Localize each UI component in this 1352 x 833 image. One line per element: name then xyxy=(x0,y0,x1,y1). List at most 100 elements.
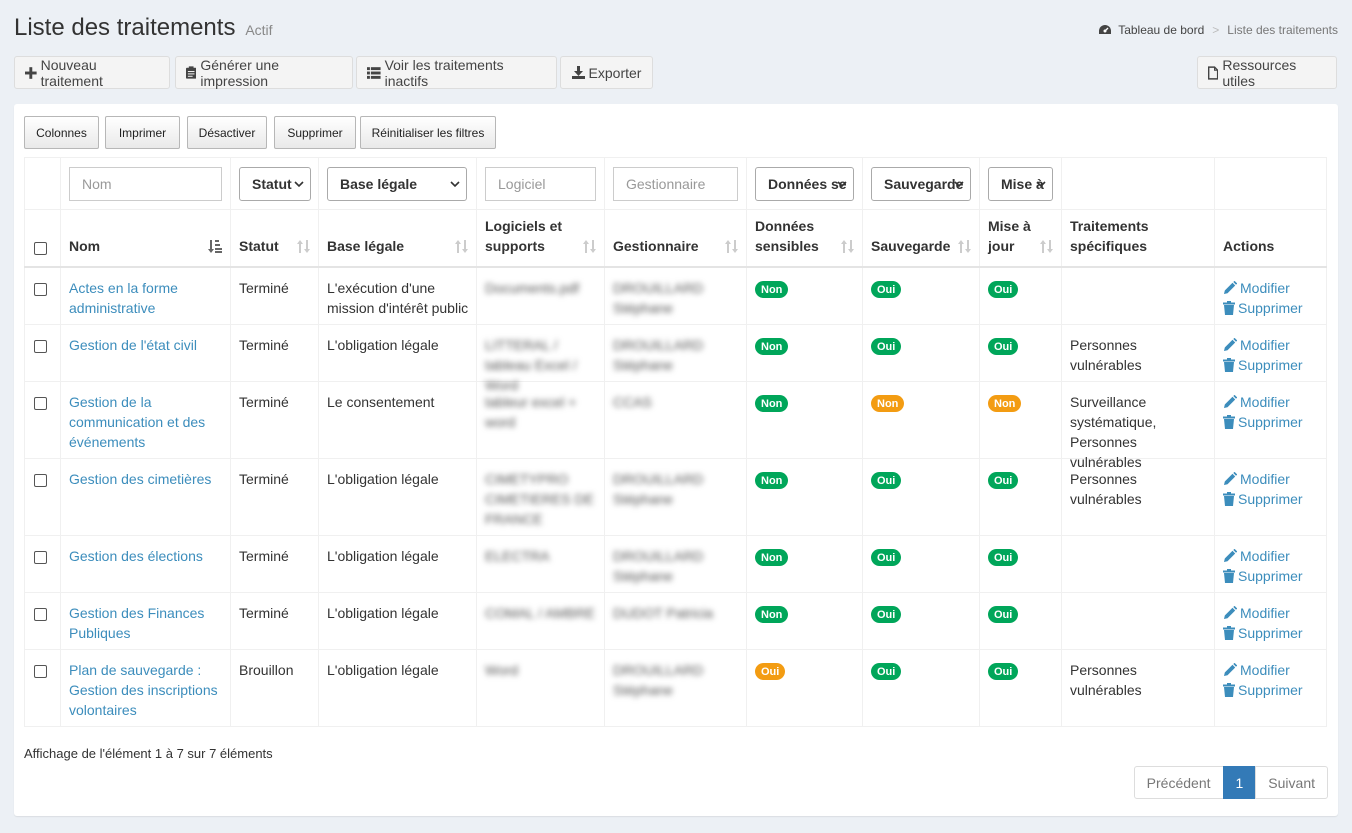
page-header: Liste des traitements Actif Tableau de b… xyxy=(14,14,1338,44)
cell-logiciels: tableur excel + word xyxy=(477,382,605,458)
treatment-name-link[interactable]: Gestion des cimetières xyxy=(69,469,224,489)
reset-filters-button[interactable]: Réinitialiser les filtres xyxy=(360,116,496,149)
list-icon xyxy=(367,66,381,79)
cell-base: L'obligation légale xyxy=(319,536,477,592)
filter-cell-actions xyxy=(1215,158,1327,209)
select-all-checkbox[interactable] xyxy=(34,242,47,255)
edit-link[interactable]: Modifier xyxy=(1223,335,1290,355)
delete-link[interactable]: Supprimer xyxy=(1223,566,1303,586)
statut-filter-select[interactable]: Statut xyxy=(239,167,311,201)
next-page-button[interactable]: Suivant xyxy=(1255,766,1328,799)
header-gestionnaire[interactable]: Gestionnaire xyxy=(605,210,747,266)
treatment-name-link[interactable]: Plan de sauvegarde : Gestion des inscrip… xyxy=(69,660,224,720)
breadcrumb: Tableau de bord > Liste des traitements xyxy=(1098,23,1338,37)
row-checkbox[interactable] xyxy=(34,608,47,621)
breadcrumb-separator: > xyxy=(1212,23,1220,37)
edit-label: Modifier xyxy=(1240,548,1290,564)
header-donnees[interactable]: Données sensibles xyxy=(747,210,863,266)
header-sauvegarde[interactable]: Sauvegarde xyxy=(863,210,980,266)
delete-label: Supprimer xyxy=(1238,682,1303,698)
header-logiciels[interactable]: Logiciels et supports xyxy=(477,210,605,266)
delete-link[interactable]: Supprimer xyxy=(1223,623,1303,643)
chevron-down-icon xyxy=(1036,181,1046,188)
deactivate-button[interactable]: Désactiver xyxy=(187,116,267,149)
traitements-value: Personnes vulnérables xyxy=(1070,337,1142,373)
trash-icon xyxy=(1223,415,1235,429)
statut-value: Terminé xyxy=(239,471,289,487)
useful-resources-button[interactable]: Ressources utiles xyxy=(1197,56,1337,89)
cell-nom: Gestion de la communication et des événe… xyxy=(61,382,231,458)
cell-select xyxy=(24,459,61,535)
treatment-name-link[interactable]: Actes en la forme administrative xyxy=(69,278,224,318)
cell-sauvegarde: Non xyxy=(863,382,980,458)
header-statut-label: Statut xyxy=(239,238,279,254)
inactive-treatments-button[interactable]: Voir les traitements inactifs xyxy=(356,56,557,89)
row-checkbox[interactable] xyxy=(34,340,47,353)
statut-value: Terminé xyxy=(239,280,289,296)
header-mise[interactable]: Mise à jour xyxy=(980,210,1062,266)
delete-link[interactable]: Supprimer xyxy=(1223,298,1303,318)
edit-label: Modifier xyxy=(1240,280,1290,296)
cell-mise: Oui xyxy=(980,268,1062,324)
dashboard-icon xyxy=(1099,25,1112,34)
logiciel-filter-input[interactable]: Logiciel xyxy=(485,167,596,201)
cell-gestionnaire: CCAS xyxy=(605,382,747,458)
cell-gestionnaire: DROUILLARD Stéphane xyxy=(605,325,747,381)
previous-page-button[interactable]: Précédent xyxy=(1133,766,1224,799)
nom-filter-input[interactable]: Nom xyxy=(69,167,222,201)
sauvegarde-badge: Oui xyxy=(871,663,902,680)
edit-link[interactable]: Modifier xyxy=(1223,278,1290,298)
header-statut[interactable]: Statut xyxy=(231,210,319,266)
edit-link[interactable]: Modifier xyxy=(1223,660,1290,680)
delete-selection-button[interactable]: Supprimer xyxy=(274,116,356,149)
sauvegarde-filter-select[interactable]: Sauvegarde xyxy=(871,167,971,201)
treatment-name-link[interactable]: Gestion de la communication et des événe… xyxy=(69,392,224,452)
row-checkbox[interactable] xyxy=(34,283,47,296)
delete-link[interactable]: Supprimer xyxy=(1223,489,1303,509)
delete-link[interactable]: Supprimer xyxy=(1223,412,1303,432)
treatment-name-link[interactable]: Gestion de l'état civil xyxy=(69,335,224,355)
edit-link[interactable]: Modifier xyxy=(1223,392,1290,412)
sort-icon xyxy=(958,240,971,253)
header-base-label: Base légale xyxy=(327,238,405,254)
print-button[interactable]: Imprimer xyxy=(105,116,180,149)
edit-link[interactable]: Modifier xyxy=(1223,469,1290,489)
cell-actions: Modifier Supprimer xyxy=(1215,536,1327,592)
page-1-button[interactable]: 1 xyxy=(1222,766,1257,799)
cell-mise: Oui xyxy=(980,536,1062,592)
row-checkbox[interactable] xyxy=(34,397,47,410)
sauvegarde-badge: Oui xyxy=(871,281,902,298)
treatment-name-link[interactable]: Gestion des Finances Publiques xyxy=(69,603,224,643)
new-treatment-button[interactable]: Nouveau traitement xyxy=(14,56,170,89)
cell-select xyxy=(24,382,61,458)
cell-donnees: Non xyxy=(747,593,863,649)
edit-link[interactable]: Modifier xyxy=(1223,603,1290,623)
generate-print-button[interactable]: Générer une impression xyxy=(175,56,353,89)
columns-button[interactable]: Colonnes xyxy=(24,116,99,149)
row-checkbox[interactable] xyxy=(34,474,47,487)
generate-print-label: Générer une impression xyxy=(200,56,279,89)
sort-icon xyxy=(297,240,310,253)
filter-cell-nom: Nom xyxy=(61,158,231,209)
header-mise-label: Mise à jour xyxy=(988,218,1031,254)
table-row: Gestion des cimetières Terminé L'obligatio… xyxy=(24,459,1327,536)
cell-donnees: Oui xyxy=(747,650,863,726)
mise-badge: Oui xyxy=(988,281,1019,298)
delete-link[interactable]: Supprimer xyxy=(1223,355,1303,375)
header-nom[interactable]: Nom xyxy=(61,210,231,266)
mise-filter-select[interactable]: Mise à xyxy=(988,167,1053,201)
donnees-badge: Oui xyxy=(755,663,786,680)
export-button[interactable]: Exporter xyxy=(560,56,653,89)
header-base[interactable]: Base légale xyxy=(319,210,477,266)
row-checkbox[interactable] xyxy=(34,551,47,564)
donnees-badge: Non xyxy=(755,606,789,623)
donnees-filter-select[interactable]: Données se xyxy=(755,167,854,201)
delete-link[interactable]: Supprimer xyxy=(1223,680,1303,700)
base-filter-select[interactable]: Base légale xyxy=(327,167,467,201)
edit-link[interactable]: Modifier xyxy=(1223,546,1290,566)
gestionnaire-filter-input[interactable]: Gestionnaire xyxy=(613,167,738,201)
treatment-name-link[interactable]: Gestion des élections xyxy=(69,546,224,566)
row-checkbox[interactable] xyxy=(34,665,47,678)
base-value: L'obligation légale xyxy=(327,605,439,621)
breadcrumb-home[interactable]: Tableau de bord xyxy=(1118,23,1204,37)
